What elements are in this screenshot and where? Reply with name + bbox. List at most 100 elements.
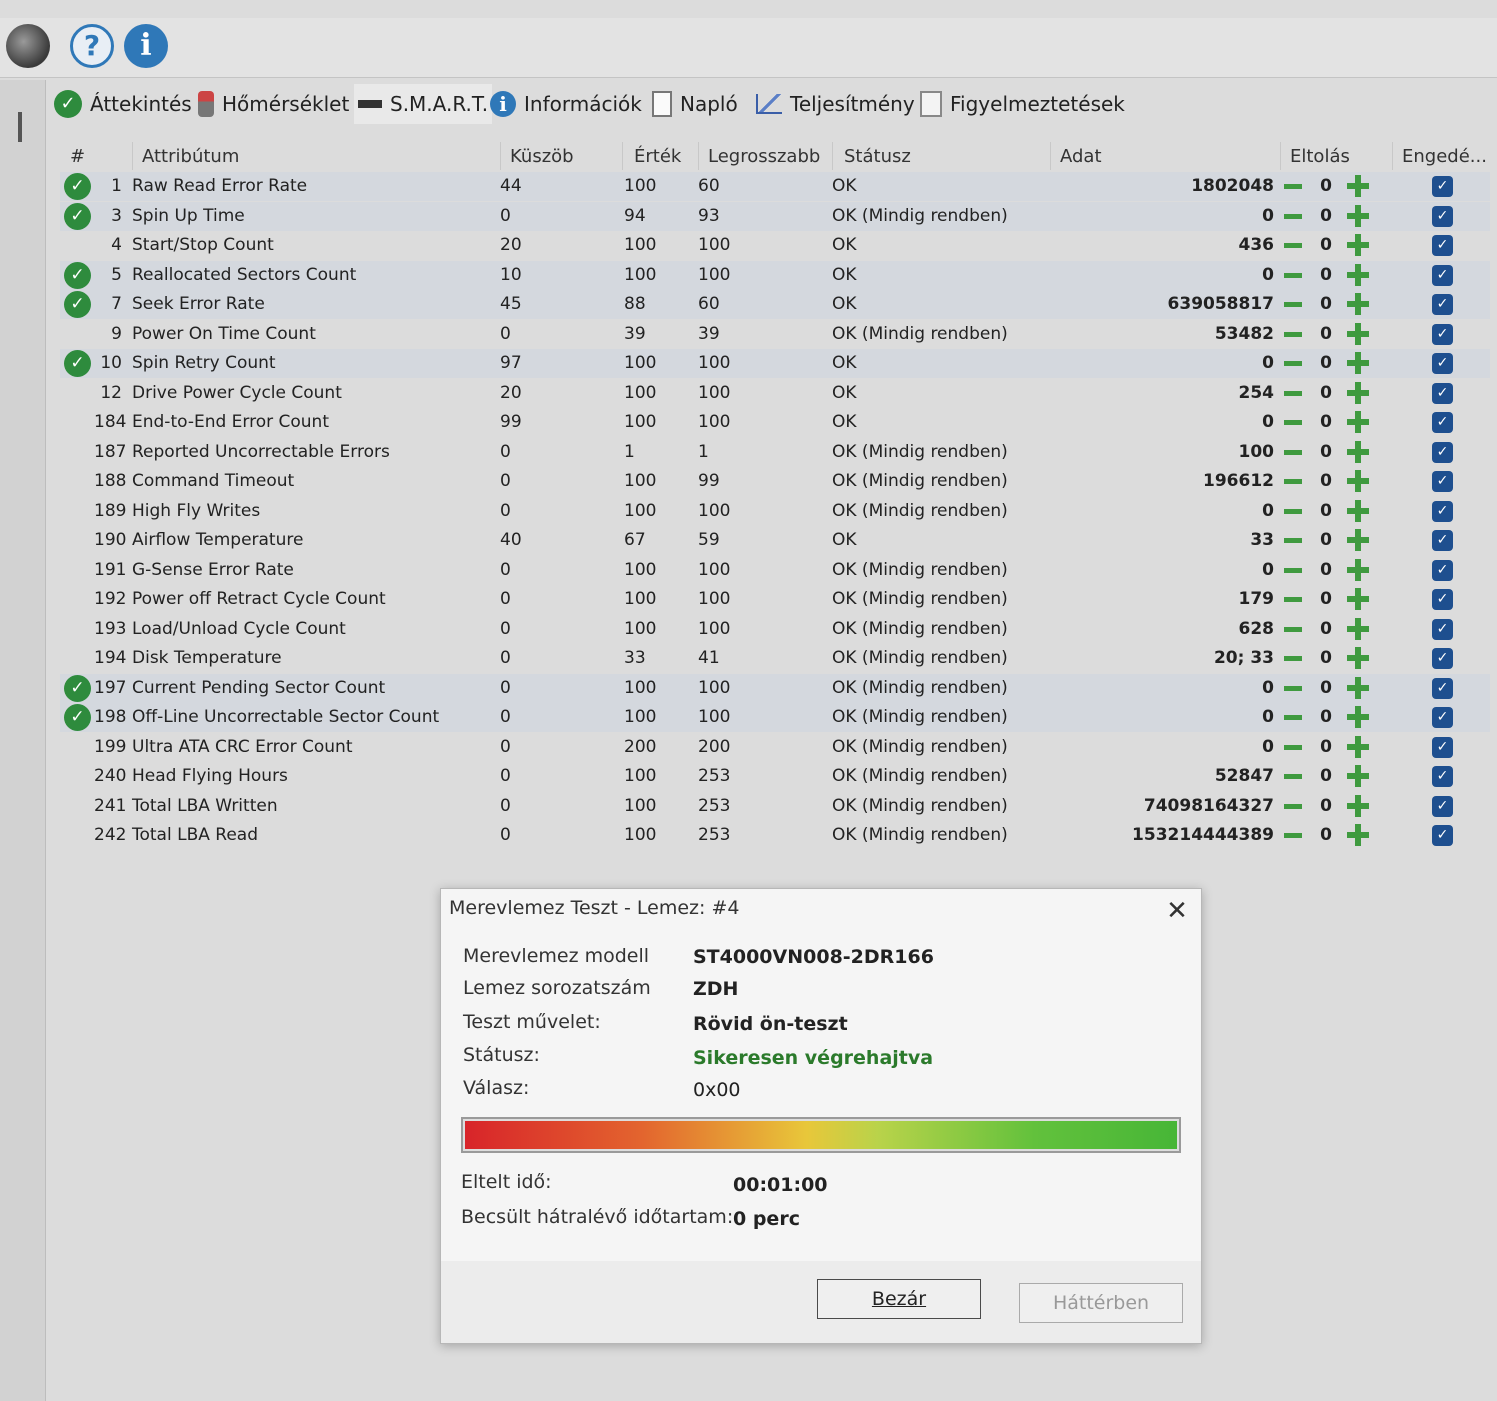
disk-icon[interactable] xyxy=(6,24,50,68)
plus-icon[interactable] xyxy=(1346,528,1370,552)
offset-value[interactable]: 0 xyxy=(1316,412,1336,432)
enabled-checkbox[interactable]: ✓ xyxy=(1432,471,1453,492)
minus-icon[interactable] xyxy=(1282,736,1304,758)
offset-value[interactable]: 0 xyxy=(1316,766,1336,786)
plus-icon[interactable] xyxy=(1346,587,1370,611)
offset-value[interactable]: 0 xyxy=(1316,324,1336,344)
enabled-checkbox[interactable]: ✓ xyxy=(1432,530,1453,551)
plus-icon[interactable] xyxy=(1346,794,1370,818)
enabled-checkbox[interactable]: ✓ xyxy=(1432,353,1453,374)
plus-icon[interactable] xyxy=(1346,735,1370,759)
offset-value[interactable]: 0 xyxy=(1316,619,1336,639)
minus-icon[interactable] xyxy=(1282,677,1304,699)
enabled-checkbox[interactable]: ✓ xyxy=(1432,825,1453,846)
plus-icon[interactable] xyxy=(1346,410,1370,434)
table-row[interactable]: ✓ 197 Current Pending Sector Count 0 100 100 O… xyxy=(60,673,1490,703)
minus-icon[interactable] xyxy=(1282,264,1304,286)
table-row[interactable]: 193 Load/Unload Cycle Count 0 100 100 OK (Min… xyxy=(60,615,1490,644)
offset-value[interactable]: 0 xyxy=(1316,383,1336,403)
table-row[interactable]: 194 Disk Temperature 0 33 41 OK (Mindig rendb… xyxy=(60,644,1490,673)
column-header-num[interactable]: # xyxy=(70,146,85,167)
table-row[interactable]: 241 Total LBA Written 0 100 253 OK (Mindig re… xyxy=(60,792,1490,821)
minus-icon[interactable] xyxy=(1282,529,1304,551)
enabled-checkbox[interactable]: ✓ xyxy=(1432,382,1453,404)
table-row[interactable]: ✓ 5 Reallocated Sectors Count 10 100 100 OK 0 0 ✓ xyxy=(60,260,1490,290)
enabled-checkbox[interactable]: ✓ xyxy=(1432,235,1453,256)
minus-icon[interactable] xyxy=(1282,175,1304,197)
minus-icon[interactable] xyxy=(1282,647,1304,669)
plus-icon[interactable] xyxy=(1346,292,1370,316)
table-row[interactable]: 191 G-Sense Error Rate 0 100 100 OK (Mindig r… xyxy=(60,556,1490,585)
enabled-checkbox[interactable]: ✓ xyxy=(1432,707,1453,728)
column-header-data[interactable]: Adat xyxy=(1060,146,1102,167)
info-icon[interactable]: i xyxy=(124,24,168,68)
offset-value[interactable]: 0 xyxy=(1316,796,1336,816)
table-row[interactable]: ✓ 198 Off-Line Uncorrectable Sector Count 0… xyxy=(60,703,1490,732)
plus-icon[interactable] xyxy=(1346,440,1370,464)
plus-icon[interactable] xyxy=(1346,322,1370,346)
plus-icon[interactable] xyxy=(1346,823,1370,847)
close-button[interactable]: Bezár xyxy=(817,1279,981,1319)
enabled-checkbox[interactable]: ✓ xyxy=(1432,648,1453,669)
enabled-checkbox[interactable]: ✓ xyxy=(1432,294,1453,315)
plus-icon[interactable] xyxy=(1346,617,1370,641)
minus-icon[interactable] xyxy=(1282,234,1304,256)
background-button[interactable]: Háttérben xyxy=(1019,1283,1183,1323)
column-header-offset[interactable]: Eltolás xyxy=(1290,146,1350,167)
table-row[interactable]: 240 Head Flying Hours 0 100 253 OK (Mindig re… xyxy=(60,762,1490,791)
offset-value[interactable]: 0 xyxy=(1316,560,1336,580)
table-row[interactable]: ✓ 3 Spin Up Time 0 94 93 OK (Mindig rendben) 0 0… xyxy=(60,201,1490,231)
offset-value[interactable]: 0 xyxy=(1316,353,1336,373)
table-row[interactable]: 190 Airflow Temperature 40 67 59 OK 33 0 ✓ xyxy=(60,526,1490,555)
enabled-checkbox[interactable]: ✓ xyxy=(1432,736,1453,758)
tab-log[interactable]: Napló xyxy=(652,84,738,124)
tab-performance[interactable]: Teljesítmény xyxy=(756,84,915,124)
offset-value[interactable]: 0 xyxy=(1316,530,1336,550)
table-row[interactable]: 192 Power off Retract Cycle Count 0 100 100 O… xyxy=(60,585,1490,614)
minus-icon[interactable] xyxy=(1282,411,1304,433)
minus-icon[interactable] xyxy=(1282,588,1304,610)
plus-icon[interactable] xyxy=(1346,705,1370,729)
offset-value[interactable]: 0 xyxy=(1316,176,1336,196)
tab-warnings[interactable]: Figyelmeztetések xyxy=(920,84,1125,124)
column-header-value[interactable]: Érték xyxy=(634,146,681,167)
enabled-checkbox[interactable]: ✓ xyxy=(1432,441,1453,463)
offset-value[interactable]: 0 xyxy=(1316,737,1336,757)
minus-icon[interactable] xyxy=(1282,795,1304,817)
offset-value[interactable]: 0 xyxy=(1316,589,1336,609)
column-header-worst[interactable]: Legrosszabb xyxy=(708,146,820,167)
minus-icon[interactable] xyxy=(1282,500,1304,522)
tab-overview[interactable]: ✓ Áttekintés xyxy=(54,84,192,124)
enabled-checkbox[interactable]: ✓ xyxy=(1432,589,1453,610)
table-row[interactable]: 4 Start/Stop Count 20 100 100 OK 436 0 ✓ xyxy=(60,231,1490,260)
offset-value[interactable]: 0 xyxy=(1316,235,1336,255)
column-header-threshold[interactable]: Küszöb xyxy=(510,146,574,167)
plus-icon[interactable] xyxy=(1346,351,1370,375)
column-header-status[interactable]: Státusz xyxy=(844,146,911,167)
enabled-checkbox[interactable]: ✓ xyxy=(1432,766,1453,787)
column-header-attribute[interactable]: Attribútum xyxy=(142,146,239,167)
offset-value[interactable]: 0 xyxy=(1316,206,1336,226)
minus-icon[interactable] xyxy=(1282,470,1304,492)
table-row[interactable]: ✓ 1 Raw Read Error Rate 44 100 60 OK 1802048 0 ✓ xyxy=(60,172,1490,201)
enabled-checkbox[interactable]: ✓ xyxy=(1432,205,1453,227)
minus-icon[interactable] xyxy=(1282,293,1304,315)
plus-icon[interactable] xyxy=(1346,174,1370,198)
enabled-checkbox[interactable]: ✓ xyxy=(1432,795,1453,817)
plus-icon[interactable] xyxy=(1346,558,1370,582)
minus-icon[interactable] xyxy=(1282,824,1304,846)
plus-icon[interactable] xyxy=(1346,764,1370,788)
enabled-checkbox[interactable]: ✓ xyxy=(1432,176,1453,197)
table-row[interactable]: 184 End-to-End Error Count 99 100 100 OK 0 0 ✓ xyxy=(60,408,1490,437)
enabled-checkbox[interactable]: ✓ xyxy=(1432,677,1453,699)
minus-icon[interactable] xyxy=(1282,618,1304,640)
minus-icon[interactable] xyxy=(1282,205,1304,227)
offset-value[interactable]: 0 xyxy=(1316,678,1336,698)
column-header-enabled[interactable]: Engedé... xyxy=(1402,146,1487,167)
offset-value[interactable]: 0 xyxy=(1316,648,1336,668)
offset-value[interactable]: 0 xyxy=(1316,501,1336,521)
enabled-checkbox[interactable]: ✓ xyxy=(1432,559,1453,581)
table-row[interactable]: ✓ 7 Seek Error Rate 45 88 60 OK 639058817 0 ✓ xyxy=(60,290,1490,319)
offset-value[interactable]: 0 xyxy=(1316,825,1336,845)
table-row[interactable]: 189 High Fly Writes 0 100 100 OK (Mindig rend… xyxy=(60,497,1490,526)
